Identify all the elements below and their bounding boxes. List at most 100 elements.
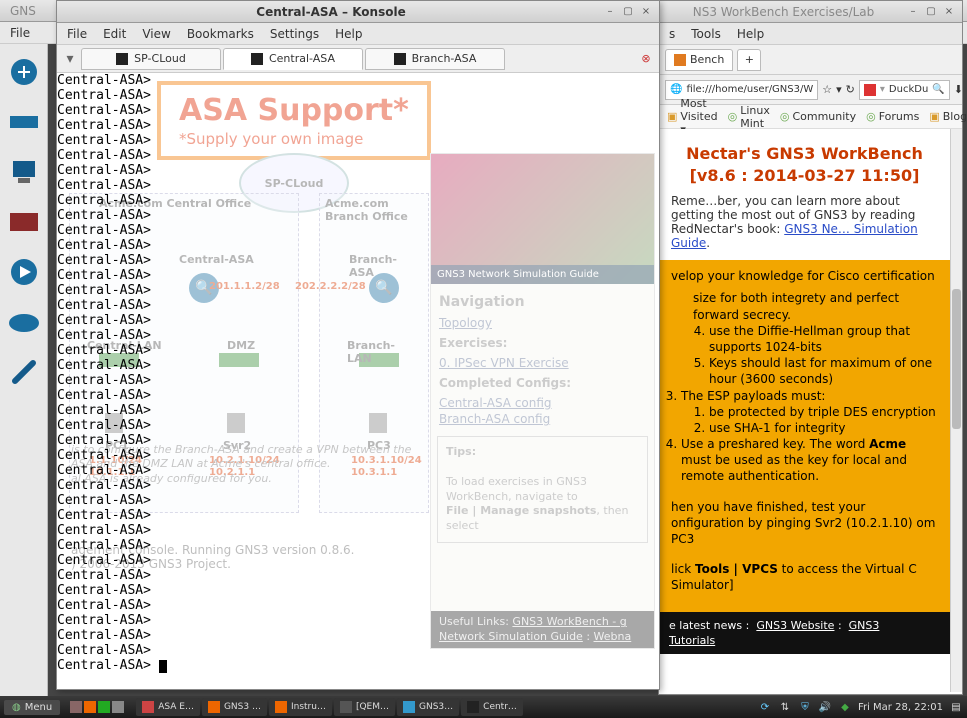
- files-launcher-icon[interactable]: [112, 701, 124, 713]
- ip1-label: 201.1.1.2/28: [209, 281, 280, 292]
- close-icon[interactable]: ×: [942, 5, 956, 19]
- tab-label: Branch-ASA: [412, 52, 477, 65]
- play-tool-icon[interactable]: [6, 254, 42, 290]
- firefox-launcher-icon[interactable]: [84, 701, 96, 713]
- mint-logo-icon: ◍: [12, 702, 21, 713]
- search-box[interactable]: ▾ DuckDu 🔍: [859, 80, 950, 100]
- topology-link[interactable]: Topology: [439, 316, 646, 330]
- cloud-tool-icon[interactable]: [6, 304, 42, 340]
- branch-asa-config-link[interactable]: Branch-ASA config: [439, 412, 646, 426]
- maximize-icon[interactable]: ▢: [924, 5, 938, 19]
- tray-menu-icon[interactable]: ▤: [949, 700, 963, 714]
- taskbar-item[interactable]: Centr…: [461, 698, 523, 716]
- useful-link-3[interactable]: Webna: [594, 630, 632, 643]
- download-icon[interactable]: ⬇: [954, 83, 963, 97]
- bookmark-label: Community: [792, 110, 856, 123]
- user-icon[interactable]: ◆: [838, 700, 852, 714]
- bookmark-community[interactable]: ◎Community: [780, 110, 856, 123]
- bookmark-blog[interactable]: ▣Blog: [929, 110, 967, 123]
- maximize-icon[interactable]: ▢: [621, 5, 635, 19]
- menu-file[interactable]: File: [67, 27, 87, 41]
- firefox-window: NS3 WorkBench Exercises/Lab – ▢ × s Tool…: [658, 0, 963, 695]
- tab-central-asa[interactable]: Central-ASA: [223, 48, 363, 70]
- gns3-side-panel: GNS3 Network Simulation Guide Navigation…: [430, 153, 655, 649]
- bookmark-linux-mint[interactable]: ◎Linux Mint: [728, 104, 770, 130]
- pc-tool-icon[interactable]: [6, 154, 42, 190]
- duckduckgo-icon: [864, 84, 876, 96]
- asa-support-callout: ASA Support* *Supply your own image: [157, 81, 431, 160]
- network-icon[interactable]: ⇅: [778, 700, 792, 714]
- bg-menu-file[interactable]: File: [10, 26, 30, 40]
- bookmark-label: Linux Mint: [740, 104, 770, 130]
- menu-edit[interactable]: Edit: [103, 27, 126, 41]
- useful-link-1[interactable]: GNS3 WorkBench - g: [512, 615, 626, 628]
- central-asa-config-link[interactable]: Central-ASA config: [439, 396, 646, 410]
- firewall-tool-icon[interactable]: [6, 204, 42, 240]
- task-label: Instru…: [291, 702, 326, 712]
- li-esp-sha1: use SHA-1 for integrity: [709, 420, 938, 436]
- folder-icon: ▣: [667, 110, 677, 123]
- tutorials-link[interactable]: Tutorials: [669, 634, 715, 647]
- switch-tool-icon[interactable]: [6, 104, 42, 140]
- browser-menu-stub[interactable]: s: [669, 27, 675, 41]
- konsole-titlebar[interactable]: Central-ASA – Konsole – ▢ ×: [57, 1, 659, 23]
- minimize-icon[interactable]: –: [603, 5, 617, 19]
- menu-label: Menu: [25, 702, 52, 713]
- browser-tab-label: Bench: [690, 53, 724, 66]
- reload-icon[interactable]: ↻: [846, 83, 855, 97]
- volume-icon[interactable]: 🔊: [818, 700, 832, 714]
- taskbar-item[interactable]: [QEM…: [334, 698, 395, 716]
- vertical-scrollbar[interactable]: [950, 129, 962, 692]
- li-esp-3des: be protected by triple DES encryption: [709, 404, 938, 420]
- menu-settings[interactable]: Settings: [270, 27, 319, 41]
- search-text: DuckDu: [889, 84, 928, 95]
- link-tool-icon[interactable]: [6, 354, 42, 390]
- bookmark-forums[interactable]: ◎Forums: [866, 110, 919, 123]
- page-intro: Reme…ber, you can learn more about getti…: [659, 194, 950, 250]
- update-icon[interactable]: ⟳: [758, 700, 772, 714]
- mint-icon: ◎: [866, 110, 876, 123]
- new-tab-button[interactable]: +: [737, 49, 761, 71]
- menu-help[interactable]: Help: [335, 27, 362, 41]
- close-icon[interactable]: ×: [639, 5, 653, 19]
- useful-link-2[interactable]: Network Simulation Guide: [439, 630, 583, 643]
- newtab-dropdown[interactable]: ▾: [61, 51, 79, 67]
- show-desktop-icon[interactable]: [70, 701, 82, 713]
- menu-view[interactable]: View: [142, 27, 170, 41]
- minimize-icon[interactable]: –: [906, 5, 920, 19]
- footer-pre: e latest news: [669, 619, 742, 632]
- close-tab-button[interactable]: ⊗: [637, 52, 655, 65]
- search-icon[interactable]: 🔍: [932, 84, 944, 95]
- exercise-0-link[interactable]: 0. IPSec VPN Exercise: [439, 356, 646, 370]
- taskbar-item[interactable]: GNS3 …: [202, 698, 267, 716]
- menu-bookmarks[interactable]: Bookmarks: [187, 27, 254, 41]
- taskbar-item[interactable]: Instru…: [269, 698, 332, 716]
- router-tool-icon[interactable]: [6, 54, 42, 90]
- finish-text: hen you have finished, test your onfigur…: [671, 499, 938, 548]
- tips-box: Tips: To load exercises in GNS3 WorkBenc…: [437, 436, 648, 543]
- dropdown-icon[interactable]: ▾: [836, 83, 842, 97]
- tab-sp-cloud[interactable]: SP-CLoud: [81, 48, 221, 70]
- clock[interactable]: Fri Mar 28, 22:01: [858, 702, 943, 713]
- gns3-website-link[interactable]: GNS3 Website: [756, 619, 834, 632]
- app-icon: [275, 701, 287, 713]
- page-heading: Nectar's GNS3 WorkBench [v8.6 : 2014-03-…: [659, 129, 950, 194]
- taskbar-item[interactable]: ASA E…: [136, 698, 200, 716]
- scrollbar-thumb[interactable]: [952, 289, 961, 429]
- tab-branch-asa[interactable]: Branch-ASA: [365, 48, 505, 70]
- terminal-area[interactable]: ASA Support* *Supply your own image SP-C…: [57, 73, 659, 689]
- browser-tab[interactable]: Bench: [665, 49, 733, 71]
- system-tray: ⟳ ⇅ ⛨ 🔊 ◆ Fri Mar 28, 22:01 ▤: [758, 700, 963, 714]
- gns3-link[interactable]: GNS3: [849, 619, 880, 632]
- taskbar-item[interactable]: GNS3…: [397, 698, 459, 716]
- browser-menu-help[interactable]: Help: [737, 27, 764, 41]
- yellow-instructions: velop your knowledge for Cisco certifica…: [659, 260, 950, 611]
- mint-icon: ◎: [728, 110, 738, 123]
- shield-icon[interactable]: ⛨: [798, 700, 812, 714]
- terminal-launcher-icon[interactable]: [98, 701, 110, 713]
- bookmark-star-icon[interactable]: ☆: [822, 83, 832, 97]
- browser-menu-tools[interactable]: Tools: [691, 27, 721, 41]
- li-size: size for both integrety and perfect forw…: [693, 291, 899, 321]
- browser-titlebar[interactable]: NS3 WorkBench Exercises/Lab – ▢ ×: [659, 1, 962, 23]
- start-menu-button[interactable]: ◍ Menu: [4, 700, 60, 715]
